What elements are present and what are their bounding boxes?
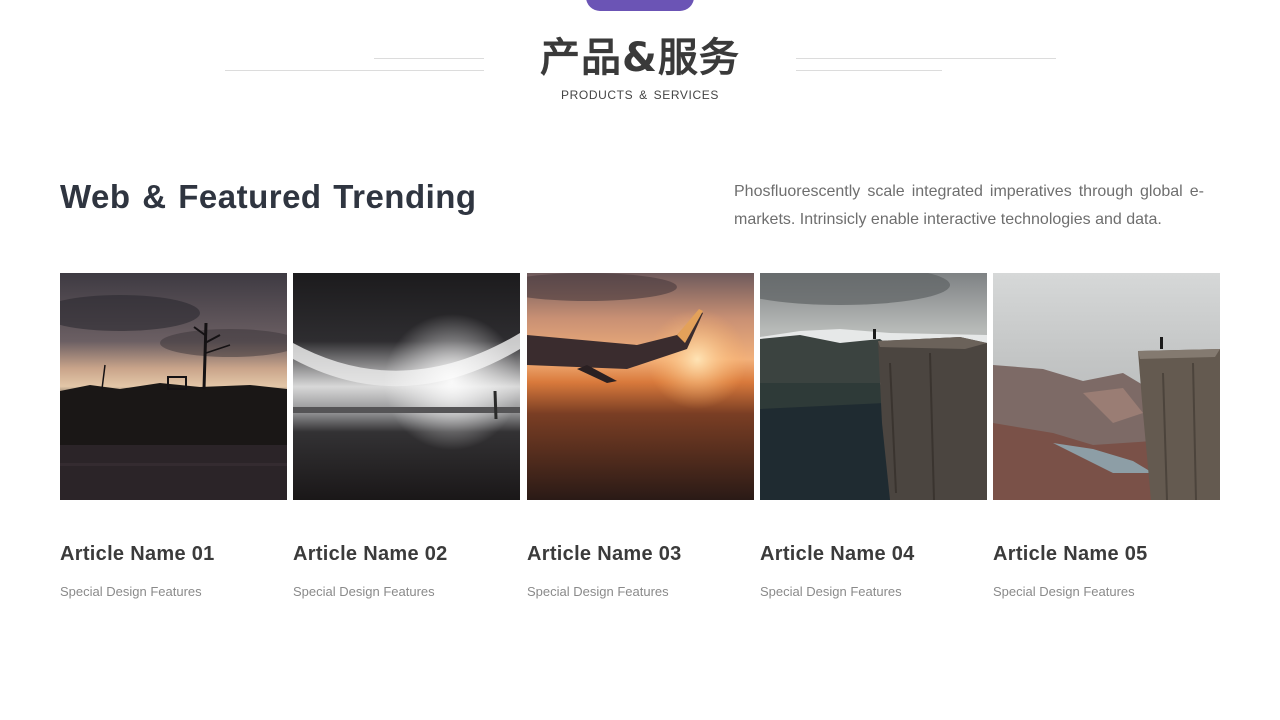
article-image[interactable] xyxy=(293,273,520,500)
article-title[interactable]: Article Name 04 xyxy=(760,543,915,566)
article-title[interactable]: Article Name 02 xyxy=(293,543,448,566)
page-title: 产品&服务 xyxy=(540,35,740,81)
article-subtitle: Special Design Features xyxy=(993,584,1135,599)
article-card[interactable]: Article Name 02 Special Design Features xyxy=(293,273,520,599)
article-subtitle: Special Design Features xyxy=(60,584,202,599)
article-image[interactable] xyxy=(760,273,987,500)
section-heading: Web & Featured Trending xyxy=(60,178,477,215)
section-description: Phosfluorescently scale integrated imper… xyxy=(734,183,1204,228)
article-subtitle: Special Design Features xyxy=(293,584,435,599)
article-card[interactable]: Article Name 04 Special Design Features xyxy=(760,273,987,599)
article-subtitle: Special Design Features xyxy=(760,584,902,599)
article-image[interactable] xyxy=(527,273,754,500)
article-title[interactable]: Article Name 03 xyxy=(527,543,682,566)
article-card[interactable]: Article Name 01 Special Design Features xyxy=(60,273,287,599)
page-subtitle: PRODUCTS & SERVICES xyxy=(561,88,719,102)
article-card[interactable]: Article Name 05 Special Design Features xyxy=(993,273,1220,599)
article-card[interactable]: Article Name 03 Special Design Features xyxy=(527,273,754,599)
article-image[interactable] xyxy=(60,273,287,500)
article-title[interactable]: Article Name 01 xyxy=(60,543,215,566)
article-subtitle: Special Design Features xyxy=(527,584,669,599)
top-accent-tab xyxy=(586,0,694,11)
article-title[interactable]: Article Name 05 xyxy=(993,543,1148,566)
article-image[interactable] xyxy=(993,273,1220,500)
